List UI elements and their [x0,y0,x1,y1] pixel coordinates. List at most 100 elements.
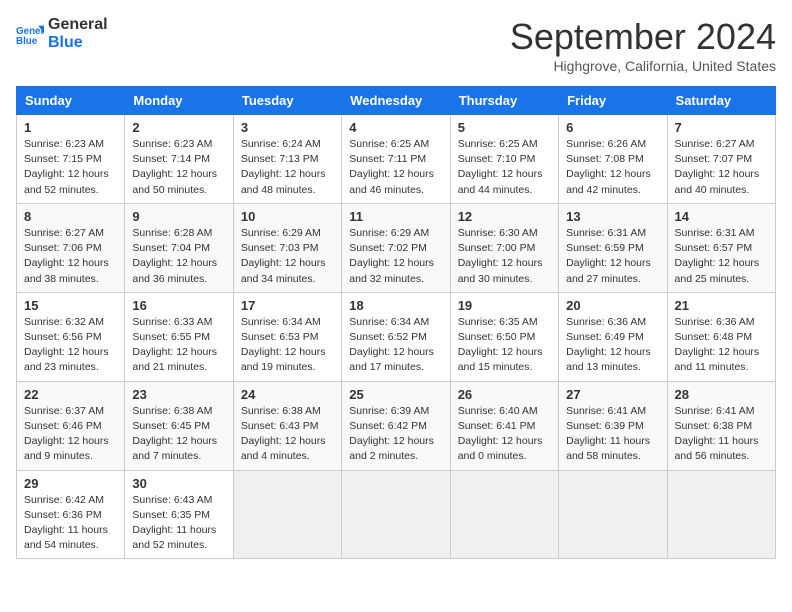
day-number: 28 [675,387,768,402]
calendar-cell: 2 Sunrise: 6:23 AMSunset: 7:14 PMDaylight… [125,115,233,204]
day-info: Sunrise: 6:27 AMSunset: 7:07 PMDaylight:… [675,137,768,198]
calendar-cell: 14 Sunrise: 6:31 AMSunset: 6:57 PMDayligh… [667,203,775,292]
calendar-cell: 4 Sunrise: 6:25 AMSunset: 7:11 PMDaylight… [342,115,450,204]
logo-line2: Blue [48,34,108,52]
calendar-cell: 12 Sunrise: 6:30 AMSunset: 7:00 PMDayligh… [450,203,558,292]
day-info: Sunrise: 6:37 AMSunset: 6:46 PMDaylight:… [24,404,117,465]
day-number: 3 [241,120,334,135]
day-info: Sunrise: 6:43 AMSunset: 6:35 PMDaylight:… [132,493,225,554]
logo: General Blue General Blue [16,16,108,52]
day-number: 2 [132,120,225,135]
calendar-cell: 18Sunrise: 6:34 AMSunset: 6:52 PMDayligh… [342,292,450,381]
header-monday: Monday [125,87,233,115]
day-info: Sunrise: 6:25 AMSunset: 7:11 PMDaylight:… [349,137,442,198]
day-number: 23 [132,387,225,402]
calendar-table: Sunday Monday Tuesday Wednesday Thursday… [16,86,776,559]
header-tuesday: Tuesday [233,87,341,115]
calendar-cell: 11Sunrise: 6:29 AMSunset: 7:02 PMDayligh… [342,203,450,292]
day-info: Sunrise: 6:24 AMSunset: 7:13 PMDaylight:… [241,137,334,198]
day-info: Sunrise: 6:34 AMSunset: 6:52 PMDaylight:… [349,315,442,376]
day-number: 11 [349,209,442,224]
calendar-cell: 6 Sunrise: 6:26 AMSunset: 7:08 PMDaylight… [559,115,667,204]
day-number: 30 [132,476,225,491]
calendar-cell: 26Sunrise: 6:40 AMSunset: 6:41 PMDayligh… [450,381,558,470]
header-sunday: Sunday [17,87,125,115]
day-number: 4 [349,120,442,135]
calendar-cell: 16 Sunrise: 6:33 AMSunset: 6:55 PMDayligh… [125,292,233,381]
calendar-body: 1 Sunrise: 6:23 AMSunset: 7:15 PMDaylight… [17,115,776,559]
day-info: Sunrise: 6:30 AMSunset: 7:00 PMDaylight:… [458,226,551,287]
day-info: Sunrise: 6:34 AMSunset: 6:53 PMDaylight:… [241,315,334,376]
day-number: 13 [566,209,659,224]
calendar-cell: 9Sunrise: 6:28 AMSunset: 7:04 PMDaylight… [125,203,233,292]
day-number: 26 [458,387,551,402]
month-title: September 2024 [510,16,776,58]
calendar-cell: 19Sunrise: 6:35 AMSunset: 6:50 PMDayligh… [450,292,558,381]
day-info: Sunrise: 6:39 AMSunset: 6:42 PMDaylight:… [349,404,442,465]
day-number: 22 [24,387,117,402]
day-info: Sunrise: 6:33 AMSunset: 6:55 PMDaylight:… [132,315,225,376]
calendar-cell: 5 Sunrise: 6:25 AMSunset: 7:10 PMDaylight… [450,115,558,204]
day-info: Sunrise: 6:38 AMSunset: 6:43 PMDaylight:… [241,404,334,465]
calendar-cell: 23 Sunrise: 6:38 AMSunset: 6:45 PMDayligh… [125,381,233,470]
location-subtitle: Highgrove, California, United States [510,58,776,74]
header-friday: Friday [559,87,667,115]
day-number: 27 [566,387,659,402]
day-info: Sunrise: 6:28 AMSunset: 7:04 PMDaylight:… [132,226,225,287]
header-saturday: Saturday [667,87,775,115]
calendar-cell: 17 Sunrise: 6:34 AMSunset: 6:53 PMDayligh… [233,292,341,381]
day-info: Sunrise: 6:31 AMSunset: 6:59 PMDaylight:… [566,226,659,287]
calendar-cell: 27Sunrise: 6:41 AMSunset: 6:39 PMDayligh… [559,381,667,470]
day-info: Sunrise: 6:25 AMSunset: 7:10 PMDaylight:… [458,137,551,198]
day-number: 19 [458,298,551,313]
header-thursday: Thursday [450,87,558,115]
calendar-cell: 21 Sunrise: 6:36 AMSunset: 6:48 PMDayligh… [667,292,775,381]
svg-text:Blue: Blue [16,36,38,47]
calendar-cell: 25Sunrise: 6:39 AMSunset: 6:42 PMDayligh… [342,381,450,470]
calendar-week-row: 15 Sunrise: 6:32 AMSunset: 6:56 PMDayligh… [17,292,776,381]
day-number: 20 [566,298,659,313]
calendar-cell: 1 Sunrise: 6:23 AMSunset: 7:15 PMDaylight… [17,115,125,204]
day-number: 21 [675,298,768,313]
day-number: 5 [458,120,551,135]
logo-icon: General Blue [16,20,44,48]
day-number: 1 [24,120,117,135]
day-number: 16 [132,298,225,313]
day-number: 10 [241,209,334,224]
day-info: Sunrise: 6:23 AMSunset: 7:14 PMDaylight:… [132,137,225,198]
calendar-cell: 15 Sunrise: 6:32 AMSunset: 6:56 PMDayligh… [17,292,125,381]
day-number: 15 [24,298,117,313]
day-info: Sunrise: 6:36 AMSunset: 6:48 PMDaylight:… [675,315,768,376]
day-info: Sunrise: 6:27 AMSunset: 7:06 PMDaylight:… [24,226,117,287]
calendar-cell [667,470,775,559]
calendar-cell: 10Sunrise: 6:29 AMSunset: 7:03 PMDayligh… [233,203,341,292]
day-info: Sunrise: 6:38 AMSunset: 6:45 PMDaylight:… [132,404,225,465]
calendar-cell: 7 Sunrise: 6:27 AMSunset: 7:07 PMDaylight… [667,115,775,204]
calendar-week-row: 29 Sunrise: 6:42 AMSunset: 6:36 PMDayligh… [17,470,776,559]
calendar-cell [342,470,450,559]
calendar-cell [559,470,667,559]
day-number: 14 [675,209,768,224]
day-info: Sunrise: 6:23 AMSunset: 7:15 PMDaylight:… [24,137,117,198]
day-info: Sunrise: 6:31 AMSunset: 6:57 PMDaylight:… [675,226,768,287]
day-info: Sunrise: 6:36 AMSunset: 6:49 PMDaylight:… [566,315,659,376]
day-number: 6 [566,120,659,135]
calendar-week-row: 8Sunrise: 6:27 AMSunset: 7:06 PMDaylight… [17,203,776,292]
day-number: 17 [241,298,334,313]
logo-line1: General [48,16,108,34]
calendar-cell [233,470,341,559]
day-info: Sunrise: 6:42 AMSunset: 6:36 PMDaylight:… [24,493,117,554]
header-wednesday: Wednesday [342,87,450,115]
calendar-cell: 8Sunrise: 6:27 AMSunset: 7:06 PMDaylight… [17,203,125,292]
page-header: General Blue General Blue September 2024… [16,16,776,74]
day-number: 24 [241,387,334,402]
day-info: Sunrise: 6:32 AMSunset: 6:56 PMDaylight:… [24,315,117,376]
calendar-cell: 22 Sunrise: 6:37 AMSunset: 6:46 PMDayligh… [17,381,125,470]
calendar-week-row: 1 Sunrise: 6:23 AMSunset: 7:15 PMDaylight… [17,115,776,204]
day-info: Sunrise: 6:41 AMSunset: 6:38 PMDaylight:… [675,404,768,465]
day-info: Sunrise: 6:26 AMSunset: 7:08 PMDaylight:… [566,137,659,198]
calendar-cell: 28 Sunrise: 6:41 AMSunset: 6:38 PMDayligh… [667,381,775,470]
day-number: 7 [675,120,768,135]
day-number: 29 [24,476,117,491]
day-number: 12 [458,209,551,224]
